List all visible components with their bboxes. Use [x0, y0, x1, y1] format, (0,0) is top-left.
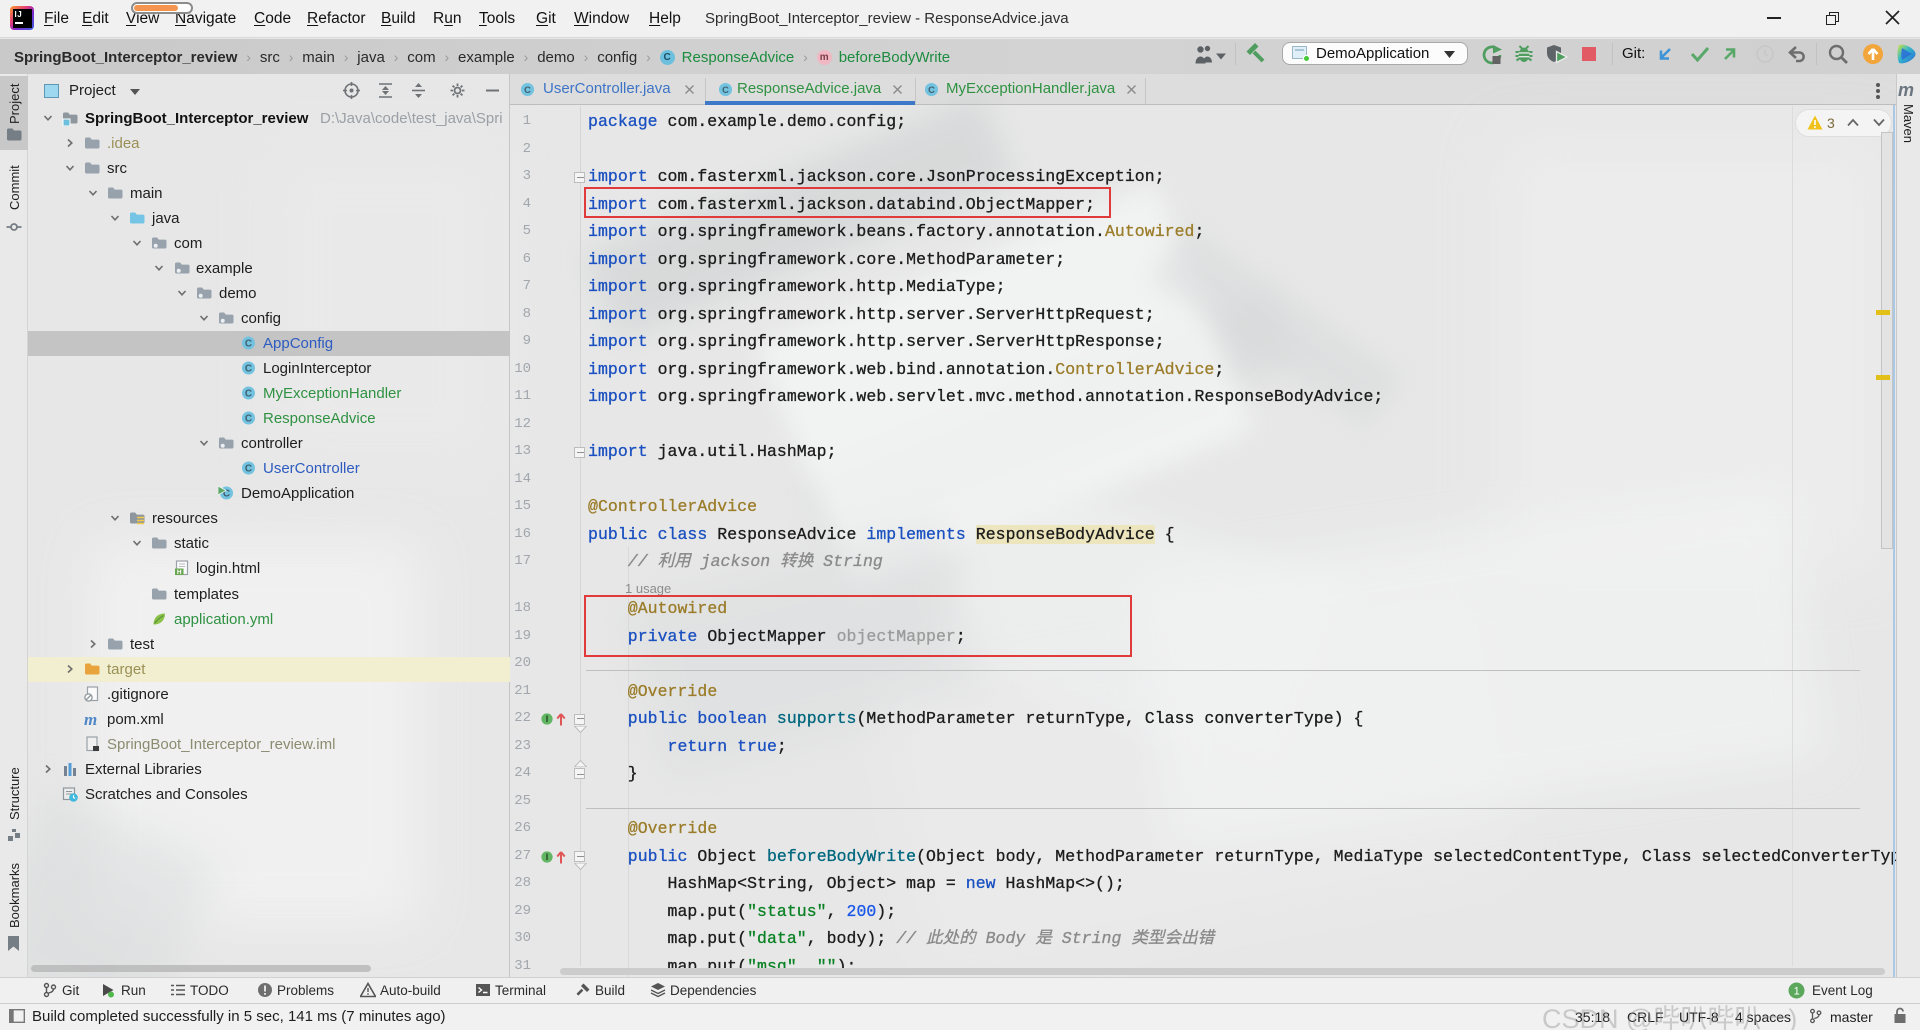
svg-text:C: C [928, 85, 935, 95]
svg-text:C: C [245, 414, 252, 425]
svg-text:m: m [84, 711, 97, 727]
svg-text:C: C [245, 389, 252, 400]
svg-text:C: C [245, 464, 252, 475]
svg-text:1: 1 [1794, 986, 1800, 998]
svg-text:C: C [245, 364, 252, 375]
svg-text:I: I [546, 714, 549, 724]
svg-text:I: I [546, 852, 549, 862]
svg-text:C: C [524, 85, 531, 95]
svg-text:C: C [245, 339, 252, 350]
svg-text:H: H [177, 569, 182, 576]
svg-text:C: C [722, 85, 729, 95]
